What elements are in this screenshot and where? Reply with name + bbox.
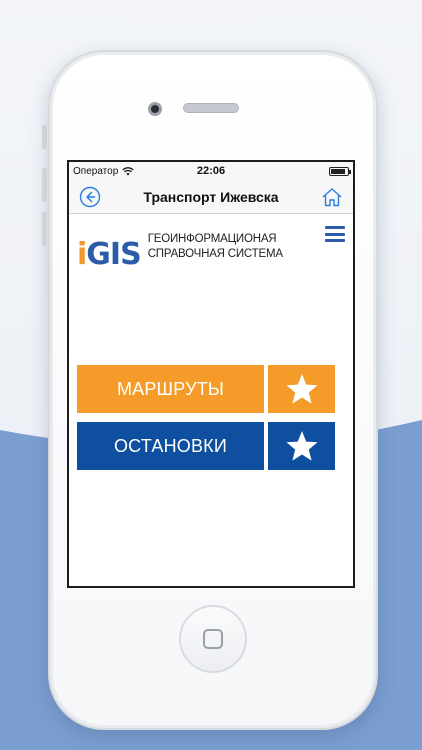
routes-button[interactable]: МАРШРУТЫ: [77, 365, 264, 413]
menu-row-stops: ОСТАНОВКИ: [77, 422, 335, 470]
tagline-line2: СПРАВОЧНАЯ СИСТЕМА: [147, 248, 283, 260]
page-title: Транспорт Ижевска: [143, 188, 279, 205]
phone-side-button: [42, 125, 47, 149]
battery-level: [331, 168, 346, 174]
stops-button[interactable]: ОСТАНОВКИ: [77, 422, 264, 470]
hamburger-menu-icon[interactable]: [325, 226, 345, 242]
phone-home-button[interactable]: [179, 605, 247, 673]
menu-row-routes: МАРШРУТЫ: [77, 365, 335, 413]
igis-logo: iGIS: [77, 224, 142, 272]
home-icon: [322, 187, 342, 206]
logo-tagline: ГЕОИНФОРМАЦИОНАЯ СПРАВОЧНАЯ СИСТЕМА: [148, 232, 283, 262]
status-bar: Оператор 22:06: [69, 162, 353, 180]
routes-favorites-button[interactable]: [268, 365, 335, 413]
app-screen: Оператор 22:06 Транспорт Ижевска iGIS ГЕ…: [69, 162, 353, 586]
star-icon: [286, 431, 317, 461]
carrier-label: Оператор: [73, 165, 119, 177]
phone-volume-up: [42, 168, 47, 202]
phone-volume-down: [42, 212, 47, 246]
back-arrow-icon: [79, 186, 101, 207]
phone-screen: Оператор 22:06 Транспорт Ижевска iGIS ГЕ…: [67, 160, 355, 588]
back-button[interactable]: [77, 184, 103, 210]
front-camera: [148, 102, 162, 116]
home-button[interactable]: [319, 184, 345, 210]
app-header: iGIS ГЕОИНФОРМАЦИОНАЯ СПРАВОЧНАЯ СИСТЕМА: [69, 214, 353, 270]
logo-i: i: [77, 237, 87, 272]
status-left: Оператор: [73, 166, 134, 177]
home-square-icon: [203, 629, 223, 649]
phone-speaker: [183, 103, 239, 113]
star-icon: [286, 374, 317, 404]
nav-bar: Транспорт Ижевска: [69, 180, 353, 214]
wifi-icon: [122, 167, 134, 176]
main-menu: МАРШРУТЫ ОСТАНОВКИ: [77, 365, 335, 479]
tagline-line1: ГЕОИНФОРМАЦИОНАЯ: [147, 233, 277, 245]
logo-wordmark: iGIS: [77, 237, 142, 272]
battery-icon: [329, 166, 351, 176]
stops-favorites-button[interactable]: [268, 422, 335, 470]
logo-gis: GIS: [86, 237, 141, 272]
